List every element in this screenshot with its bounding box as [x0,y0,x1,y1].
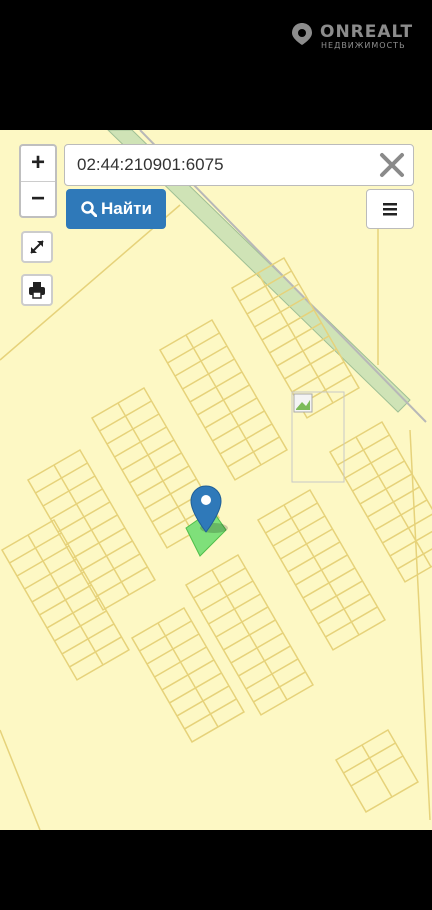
brand-logo: ONREALT НЕДВИЖИМОСТЬ [290,20,420,54]
close-icon [380,153,404,177]
bottom-black-bar [0,830,432,910]
cadastral-search-box [64,144,414,186]
hamburger-icon [383,203,397,216]
zoom-control: + − [19,144,57,218]
search-icon [81,201,97,217]
find-button-label: Найти [101,199,152,218]
zoom-out-button[interactable]: − [21,182,55,217]
find-button[interactable]: Найти [66,189,166,229]
cadastral-number-input[interactable] [77,153,367,177]
zoom-in-button[interactable]: + [21,146,55,182]
menu-button[interactable] [366,189,414,229]
printer-icon [29,282,45,299]
brand-tagline: НЕДВИЖИМОСТЬ [321,41,406,50]
parcel-boundary [0,729,41,830]
clear-search-button[interactable] [377,150,407,180]
fullscreen-button[interactable] [21,231,53,263]
brand-name: ONREALT [320,22,414,42]
print-button[interactable] [21,274,53,306]
onrealt-logo-icon [292,23,312,45]
map-canvas[interactable] [0,130,432,830]
expand-icon [30,240,44,254]
cadastral-map[interactable]: + − Найти [0,130,432,830]
top-black-bar: ONREALT НЕДВИЖИМОСТЬ [0,0,432,130]
